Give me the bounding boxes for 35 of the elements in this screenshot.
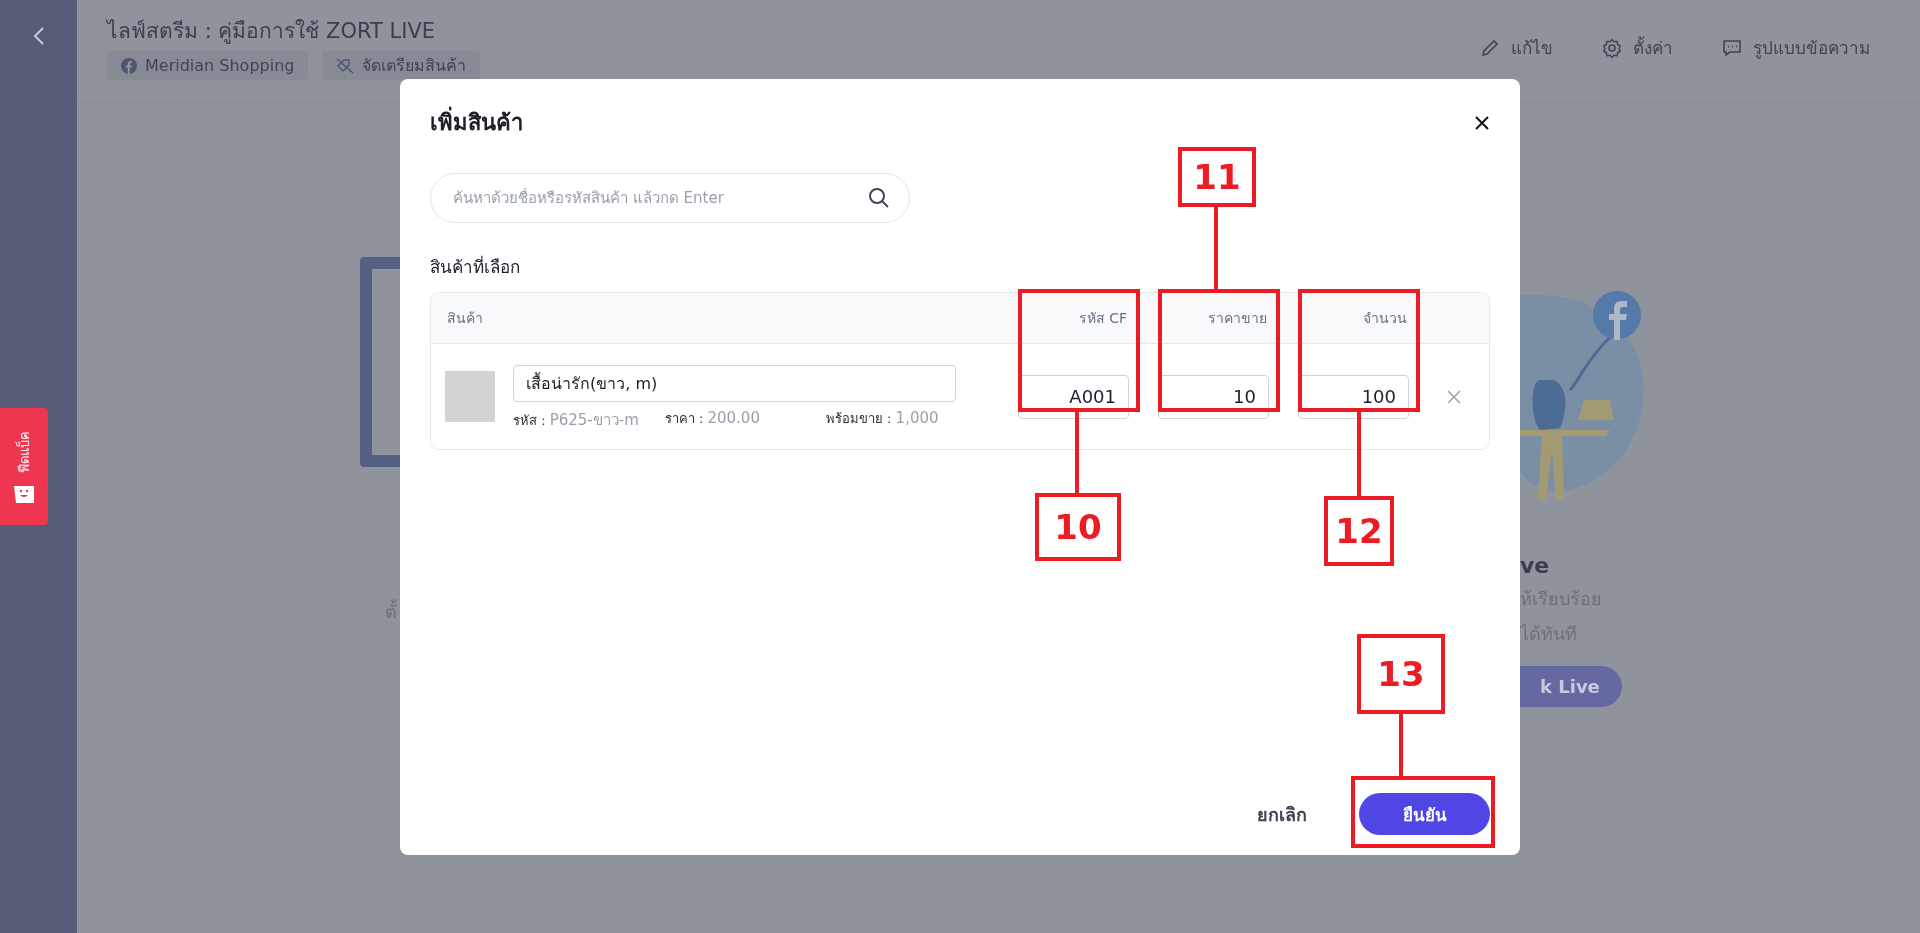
smiley-icon: [14, 484, 34, 503]
header-action-button[interactable]: ตั้งค่า: [1601, 34, 1673, 61]
cancel-button[interactable]: ยกเลิก: [1251, 798, 1313, 830]
callout-number: 11: [1178, 147, 1256, 207]
product-detail: ราคา : 200.00: [664, 408, 760, 429]
search-icon: [868, 187, 890, 209]
card-title: ve: [1520, 553, 1550, 578]
chip-label: Meridian Shopping: [145, 56, 295, 75]
image-placeholder: [445, 371, 495, 422]
settings-icon: [1601, 36, 1623, 59]
back-chevron-icon[interactable]: [32, 26, 45, 46]
section-label: สินค้าที่เลือก: [430, 254, 521, 279]
feedback-tab[interactable]: ฟีดแบ็ค: [0, 408, 48, 525]
callout-number: 12: [1324, 496, 1394, 566]
product-name-field[interactable]: เสื้อน่ารัก(ขาว, m): [513, 365, 956, 402]
page-title: ไลฟ์สตรีม : คู่มือการใช้ ZORT LIVE: [107, 18, 437, 46]
column-header: ราคาขาย: [1207, 309, 1268, 328]
callout-number: 10: [1035, 493, 1121, 561]
leader-line: [1399, 714, 1403, 776]
facebook-icon: [121, 57, 137, 74]
dialog-title: เพิ่มสินค้า: [430, 105, 523, 140]
search-field[interactable]: ค้นหาด้วยชื่อหรือรหัสสินค้า แล้วกด Enter: [430, 173, 910, 223]
callout-number: 13: [1357, 634, 1445, 714]
column-header: สินค้า: [446, 309, 484, 328]
product-detail: รหัส : P625-ขาว-m: [513, 410, 639, 431]
close-icon[interactable]: [1474, 114, 1490, 131]
header-action-button[interactable]: รูปแบบข้อความ: [1721, 34, 1870, 61]
header-action-button[interactable]: แก้ไข: [1479, 34, 1553, 61]
remove-icon[interactable]: [1447, 389, 1461, 404]
column-header: จำนวน: [1362, 309, 1408, 328]
tag-slash-icon: [336, 57, 355, 74]
product-detail: พร้อมขาย : 1,000: [825, 408, 939, 429]
confirm-button[interactable]: ยืนยัน: [1359, 793, 1490, 835]
column-header: รหัส CF: [1077, 309, 1128, 328]
chip-label: จัดเตรียมสินค้า: [362, 55, 467, 77]
